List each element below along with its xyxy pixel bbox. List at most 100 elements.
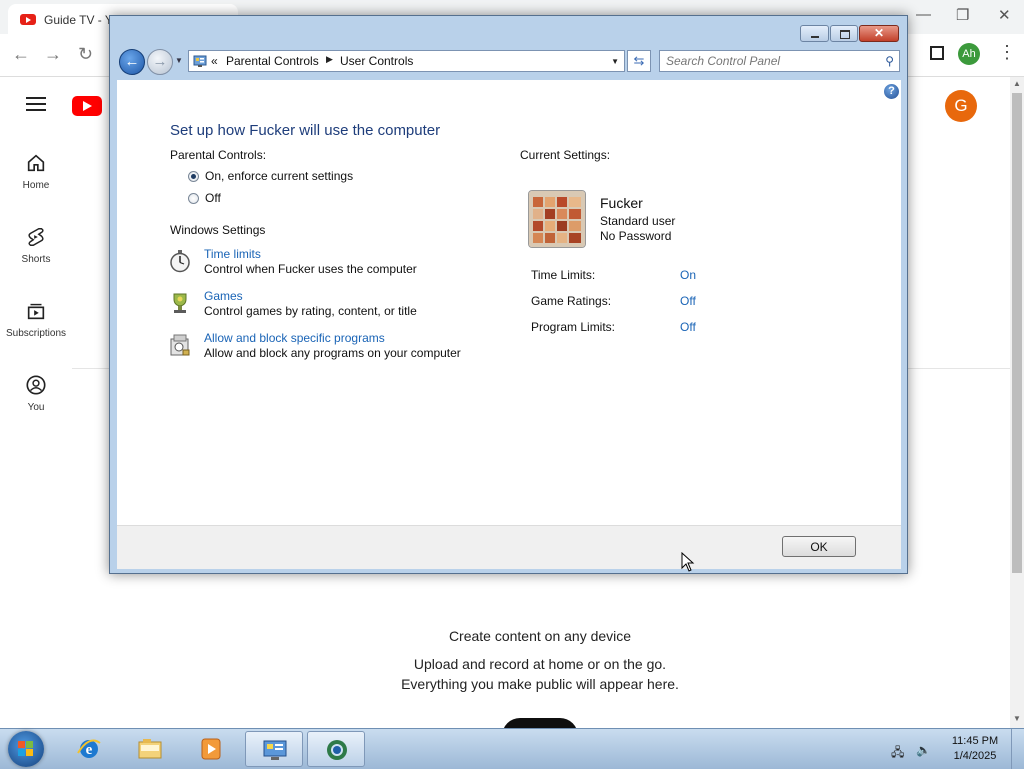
breadcrumb-overflow[interactable]: « <box>211 54 218 68</box>
recent-pages-dropdown-icon[interactable]: ▼ <box>175 56 183 65</box>
current-setting-value: Off <box>680 320 696 334</box>
close-button[interactable]: ✕ <box>859 25 899 42</box>
svg-text:e: e <box>86 742 93 758</box>
parental-controls-label: Parental Controls: <box>170 148 267 162</box>
search-box: ⚲ <box>659 50 900 72</box>
clock-date: 1/4/2025 <box>953 750 997 762</box>
time-limits-link[interactable]: Time limits <box>204 247 261 261</box>
taskbar-clock[interactable]: 11:45 PM 1/4/2025 <box>940 734 1010 764</box>
volume-icon[interactable]: 🔈 <box>916 743 931 757</box>
maximize-button[interactable] <box>830 25 858 42</box>
address-dropdown-icon[interactable]: ▼ <box>611 57 619 66</box>
radio-on[interactable] <box>188 171 199 182</box>
clock-time: 11:45 PM <box>951 735 999 747</box>
scrollbar-thumb[interactable] <box>1012 93 1022 573</box>
start-button[interactable] <box>8 731 44 767</box>
taskbar-chrome[interactable] <box>307 731 365 767</box>
youtube-promo-line2: Everything you make public will appear h… <box>401 676 679 692</box>
scroll-up-icon[interactable]: ▲ <box>1013 79 1021 88</box>
programs-icon <box>170 334 190 356</box>
browser-restore-button[interactable]: ❐ <box>956 6 969 24</box>
browser-close-button[interactable]: ✕ <box>998 6 1011 24</box>
browser-forward-icon[interactable]: → <box>44 44 62 65</box>
browser-back-icon[interactable]: ← <box>12 44 30 65</box>
help-icon[interactable]: ? <box>884 84 899 99</box>
control-panel-icon <box>193 55 207 67</box>
youtube-menu-icon[interactable] <box>26 97 46 111</box>
current-setting-value: On <box>680 268 697 282</box>
windows-logo-icon <box>18 741 34 757</box>
games-trophy-icon <box>173 293 187 313</box>
taskbar-control-panel[interactable] <box>245 731 303 767</box>
youtube-logo[interactable] <box>72 96 102 116</box>
browser-profile-avatar[interactable]: Ah <box>958 43 980 65</box>
search-icon[interactable]: ⚲ <box>885 54 894 68</box>
chrome-icon <box>327 740 347 760</box>
subscriptions-icon <box>27 303 45 320</box>
current-setting-value: Off <box>680 294 696 308</box>
dialog-footer: OK <box>117 525 901 569</box>
youtube-nav-shorts[interactable]: Shorts <box>0 226 72 265</box>
stopwatch-icon <box>170 250 190 273</box>
current-setting-label: Game Ratings: <box>531 294 612 308</box>
dialog-content: ? Set up how Fucker will use the compute… <box>117 80 901 525</box>
taskbar-internet-explorer[interactable]: e <box>60 731 118 767</box>
user-picture-image <box>529 191 585 247</box>
radio-off-label[interactable]: Off <box>205 191 221 205</box>
windows-explorer-icon <box>138 739 162 759</box>
you-icon <box>26 375 46 395</box>
youtube-promo-line1: Upload and record at home or on the go. <box>413 656 667 672</box>
current-setting-label: Time Limits: <box>531 268 596 282</box>
parental-controls-window: ✕ ← → ▼ « Parental Controls ▶ User Contr… <box>109 15 908 574</box>
breadcrumb-parental-controls[interactable]: Parental Controls <box>226 54 319 68</box>
games-link[interactable]: Games <box>204 289 243 303</box>
taskbar-media-player[interactable] <box>182 731 240 767</box>
back-button[interactable]: ← <box>119 49 145 75</box>
browser-window-controls: — ❐ ✕ <box>904 0 1024 34</box>
youtube-nav-you[interactable]: You <box>0 374 72 413</box>
breadcrumb-separator-icon[interactable]: ▶ <box>326 54 333 65</box>
time-limits-description: Control when Fucker uses the computer <box>204 262 417 276</box>
browser-reload-icon[interactable]: ↻ <box>78 44 93 65</box>
taskbar: e 🖧 🔈 11:45 PM 1/4/2025 <box>0 728 1024 769</box>
user-account-picture <box>528 190 586 248</box>
radio-off[interactable] <box>188 193 199 204</box>
browser-menu-icon[interactable]: ⋮ <box>998 42 1016 63</box>
page-title: Set up how Fucker will use the computer <box>170 122 441 139</box>
youtube-nav-subscriptions[interactable]: Subscriptions <box>0 300 72 339</box>
internet-explorer-icon: e <box>77 739 101 758</box>
refresh-button[interactable]: ⇆ <box>627 50 651 72</box>
media-player-icon <box>201 738 221 760</box>
forward-button[interactable]: → <box>147 49 173 75</box>
current-settings-label: Current Settings: <box>520 148 611 162</box>
taskbar-windows-explorer[interactable] <box>121 731 179 767</box>
programs-description: Allow and block any programs on your com… <box>204 346 461 360</box>
youtube-nav-label: Home <box>22 180 50 191</box>
programs-link[interactable]: Allow and block specific programs <box>204 331 385 345</box>
radio-on-label[interactable]: On, enforce current settings <box>205 169 353 183</box>
youtube-nav-label: Subscriptions <box>5 328 67 339</box>
windows-settings-label: Windows Settings <box>170 223 266 237</box>
games-description: Control games by rating, content, or tit… <box>204 304 417 318</box>
user-account-type: Standard user <box>600 214 676 228</box>
minimize-button[interactable] <box>800 25 829 42</box>
setting-programs: Allow and block specific programs Allow … <box>168 331 508 363</box>
address-bar[interactable]: « Parental Controls ▶ User Controls ▼ <box>188 50 625 72</box>
youtube-account-avatar[interactable]: G <box>945 90 977 122</box>
show-desktop-button[interactable] <box>1011 729 1024 769</box>
youtube-nav-label: You <box>27 402 45 413</box>
network-icon[interactable]: 🖧 <box>891 743 904 764</box>
youtube-nav-label: Shorts <box>21 254 51 265</box>
side-panel-icon[interactable] <box>930 46 944 60</box>
search-input[interactable] <box>666 53 876 69</box>
ok-button[interactable]: OK <box>782 536 856 557</box>
user-name: Fucker <box>600 195 643 211</box>
browser-minimize-button[interactable]: — <box>916 6 931 23</box>
page-scrollbar[interactable]: ▲ ▼ <box>1010 77 1024 728</box>
user-password-status: No Password <box>600 229 672 243</box>
youtube-nav-home[interactable]: Home <box>0 152 72 191</box>
home-icon <box>27 154 45 172</box>
breadcrumb-user-controls[interactable]: User Controls <box>340 54 413 68</box>
current-setting-label: Program Limits: <box>531 320 616 334</box>
scroll-down-icon[interactable]: ▼ <box>1013 714 1021 723</box>
